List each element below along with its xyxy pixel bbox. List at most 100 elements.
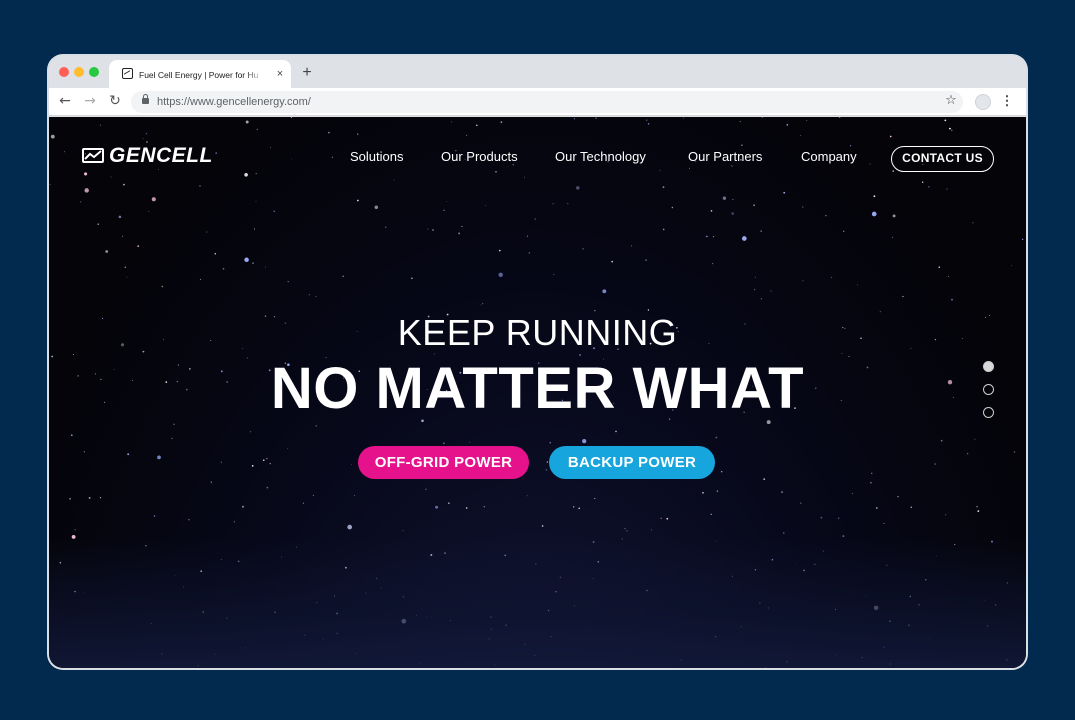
- star: [145, 132, 148, 135]
- star: [351, 464, 352, 465]
- star: [69, 497, 71, 500]
- star: [206, 231, 208, 233]
- star: [739, 121, 741, 122]
- star: [266, 486, 269, 489]
- backup-power-button[interactable]: BACKUP POWER: [549, 446, 715, 479]
- star: [432, 229, 434, 231]
- site-favicon-icon: [122, 68, 133, 79]
- star: [153, 515, 156, 517]
- star: [84, 188, 89, 193]
- star: [944, 119, 947, 122]
- star: [573, 118, 575, 120]
- star: [646, 119, 648, 121]
- star: [347, 524, 353, 530]
- star: [783, 532, 785, 534]
- browser-window: Fuel Cell Energy | Power for Hu × + ← → …: [49, 56, 1026, 668]
- star: [1011, 265, 1013, 267]
- slider-dot-2[interactable]: [983, 384, 994, 395]
- star: [526, 235, 528, 237]
- close-window-icon[interactable]: [59, 67, 69, 77]
- star: [328, 131, 330, 134]
- star: [499, 249, 501, 252]
- star: [264, 266, 266, 268]
- star: [716, 490, 719, 492]
- star: [892, 236, 893, 238]
- url-text[interactable]: https://www.gencellenergy.com/: [157, 95, 311, 109]
- back-arrow-icon[interactable]: ←: [56, 92, 74, 110]
- forward-arrow-icon[interactable]: →: [81, 92, 99, 110]
- new-tab-icon[interactable]: +: [299, 63, 315, 83]
- maximize-window-icon[interactable]: [89, 67, 99, 77]
- star: [244, 173, 248, 177]
- star: [647, 309, 650, 311]
- star: [595, 117, 597, 119]
- star: [688, 167, 690, 169]
- star: [820, 516, 823, 519]
- star: [741, 236, 747, 241]
- star: [889, 135, 892, 138]
- star: [461, 225, 463, 227]
- star: [857, 284, 859, 286]
- address-bar[interactable]: https://www.gencellenergy.com/: [131, 91, 963, 113]
- star: [946, 188, 948, 190]
- star: [910, 506, 913, 509]
- star: [255, 200, 257, 202]
- star: [702, 491, 704, 494]
- star: [662, 186, 665, 188]
- star: [342, 275, 344, 278]
- star: [354, 494, 356, 496]
- star: [273, 210, 276, 213]
- star: [841, 353, 843, 354]
- nav-link-solutions[interactable]: Solutions: [350, 148, 403, 166]
- star: [875, 507, 878, 509]
- star: [263, 459, 265, 461]
- star: [741, 144, 743, 147]
- star: [940, 439, 943, 442]
- star: [97, 223, 99, 225]
- star: [666, 517, 669, 520]
- browser-menu-icon[interactable]: ⋮: [1000, 92, 1014, 110]
- nav-link-our-technology[interactable]: Our Technology: [555, 148, 646, 166]
- star: [651, 529, 652, 531]
- bookmark-star-icon[interactable]: ☆: [942, 92, 960, 110]
- star: [837, 517, 840, 519]
- star: [712, 236, 715, 238]
- star: [806, 119, 808, 121]
- lock-icon[interactable]: [142, 94, 149, 104]
- star: [976, 505, 978, 508]
- star: [731, 212, 735, 215]
- off-grid-power-button[interactable]: OFF-GRID POWER: [358, 446, 529, 479]
- reload-icon[interactable]: ↻: [106, 92, 124, 110]
- star: [173, 423, 175, 426]
- slider-dot-3[interactable]: [983, 407, 994, 418]
- star: [448, 502, 450, 504]
- star: [754, 289, 756, 291]
- star: [443, 209, 445, 211]
- star: [331, 156, 333, 158]
- star: [902, 295, 904, 298]
- star: [870, 482, 872, 484]
- nav-link-our-products[interactable]: Our Products: [441, 148, 518, 166]
- nav-link-our-partners[interactable]: Our Partners: [688, 148, 762, 166]
- star: [199, 185, 201, 187]
- star: [883, 522, 885, 525]
- slider-dot-1[interactable]: [983, 361, 994, 372]
- profile-avatar-icon[interactable]: [975, 94, 991, 110]
- star: [384, 226, 387, 229]
- star: [799, 502, 802, 504]
- star: [528, 252, 531, 254]
- star: [1021, 238, 1024, 240]
- star: [721, 471, 723, 473]
- minimize-window-icon[interactable]: [74, 67, 84, 77]
- star: [870, 472, 873, 475]
- star: [443, 442, 445, 444]
- star: [222, 267, 225, 270]
- star: [662, 228, 665, 231]
- star: [951, 299, 953, 301]
- star: [480, 304, 482, 306]
- nav-link-company[interactable]: Company: [801, 148, 857, 166]
- star: [760, 230, 762, 232]
- contact-us-button[interactable]: CONTACT US: [891, 146, 994, 172]
- browser-tab-active[interactable]: Fuel Cell Energy | Power for Hu ×: [109, 60, 291, 88]
- tab-close-icon[interactable]: ×: [274, 67, 286, 81]
